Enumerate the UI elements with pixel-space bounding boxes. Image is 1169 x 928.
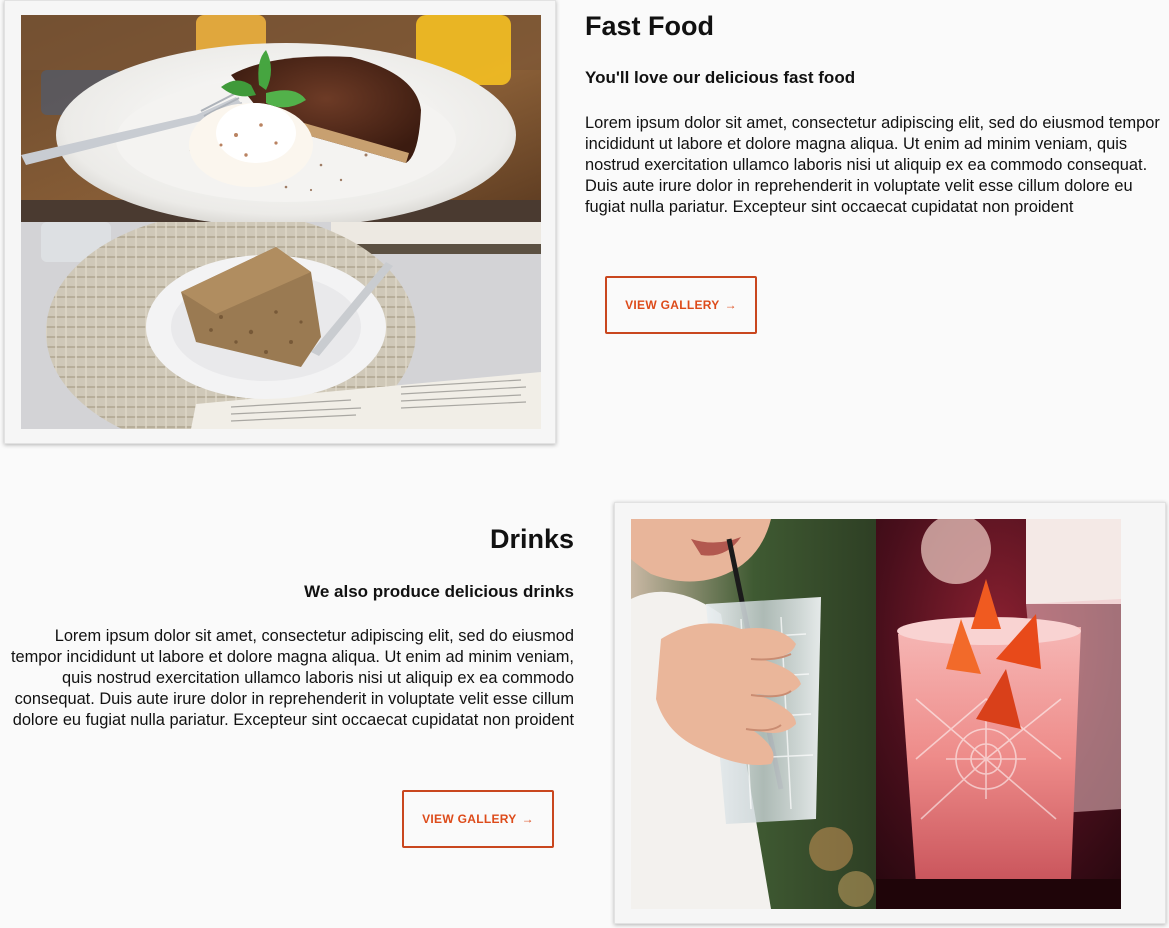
fast-food-title: Fast Food: [585, 11, 714, 41]
fast-food-view-gallery-button[interactable]: VIEW GALLERY →: [605, 276, 757, 334]
crumb-cake-on-book-photo: [21, 222, 541, 429]
woman-drinking-water-photo: [631, 519, 876, 909]
fast-food-subtitle: You'll love our delicious fast food: [585, 68, 856, 87]
cake-with-cream-photo: [21, 15, 541, 222]
drinks-subtitle: We also produce delicious drinks: [304, 582, 574, 601]
drinks-description: Lorem ipsum dolor sit amet, consectetur …: [10, 627, 574, 729]
view-gallery-label: VIEW GALLERY: [625, 298, 720, 312]
view-gallery-label: VIEW GALLERY: [422, 812, 517, 826]
drinks-title: Drinks: [489, 524, 574, 554]
drinks-view-gallery-button[interactable]: VIEW GALLERY →: [402, 790, 554, 848]
fast-food-description: Lorem ipsum dolor sit amet, consectetur …: [585, 114, 1160, 216]
drinks-photo-card: [614, 502, 1166, 924]
arrow-right-icon: →: [724, 298, 737, 312]
red-cocktail-glass-photo: [876, 519, 1121, 909]
arrow-right-icon: →: [521, 812, 534, 826]
fast-food-photo-card: [4, 0, 556, 444]
